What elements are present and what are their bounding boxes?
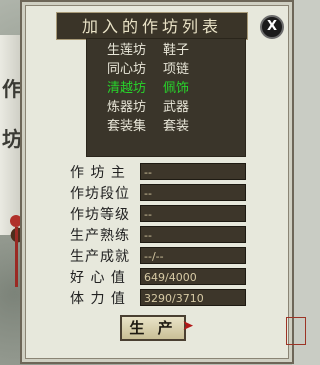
field-label: 作 坊 主 (70, 164, 126, 181)
workshop-list: 生莲坊 鞋子 同心坊 项链 清越坊 佩饰 炼器坊 武器 套装集 套装 (86, 38, 246, 157)
workshop-name: 同心坊 (107, 62, 147, 77)
field-achievement: 生产成就 --/-- (70, 246, 246, 265)
workshop-list-item-selected[interactable]: 清越坊 佩饰 (87, 77, 245, 96)
workshop-list-item[interactable]: 同心坊 项链 (87, 58, 245, 77)
workshop-item: 武器 (163, 100, 190, 115)
workshop-list-item[interactable]: 炼器坊 武器 (87, 96, 245, 115)
field-owner: 作 坊 主 -- (70, 162, 246, 181)
workshop-panel: 加入的作坊列表 X 生莲坊 鞋子 同心坊 项链 清越坊 佩饰 炼器坊 武器 套装… (20, 0, 306, 364)
workshop-item: 佩饰 (163, 81, 190, 96)
field-stamina: 体 力 值 3290/3710 (70, 288, 246, 307)
field-value: -- (140, 226, 246, 243)
seal-stamp-icon (286, 317, 306, 345)
field-proficiency: 生产熟练 -- (70, 225, 246, 244)
produce-button[interactable]: 生 产 (120, 315, 186, 341)
panel-title: 加入的作坊列表 (81, 17, 222, 36)
field-value: --/-- (140, 247, 246, 264)
workshop-item: 鞋子 (163, 43, 190, 58)
field-value: -- (140, 163, 246, 180)
panel-title-bar: 加入的作坊列表 (56, 12, 248, 40)
field-value: 3290/3710 (140, 289, 246, 306)
hand-cursor-icon: ➤ (182, 318, 194, 334)
workshop-name: 套装集 (107, 119, 147, 134)
scroll-char: 作 (2, 77, 22, 101)
field-value: -- (140, 184, 246, 201)
field-kindness: 好 心 值 649/4000 (70, 267, 246, 286)
field-label: 好 心 值 (70, 269, 126, 286)
field-rank: 作坊段位 -- (70, 183, 246, 202)
field-label: 生产熟练 (70, 227, 130, 244)
scroll-char: 坊 (2, 127, 22, 151)
field-level: 作坊等级 -- (70, 204, 246, 223)
workshop-name: 清越坊 (107, 81, 147, 96)
field-label: 作坊段位 (70, 185, 130, 202)
workshop-name: 生莲坊 (107, 43, 147, 58)
field-label: 生产成就 (70, 248, 130, 265)
workshop-item: 项链 (163, 62, 190, 77)
workshop-list-item[interactable]: 套装集 套装 (87, 115, 245, 134)
workshop-list-item[interactable]: 生莲坊 鞋子 (87, 39, 245, 58)
workshop-item: 套装 (163, 119, 190, 134)
field-value: -- (140, 205, 246, 222)
field-label: 作坊等级 (70, 206, 130, 223)
workshop-name: 炼器坊 (107, 100, 147, 115)
field-value: 649/4000 (140, 268, 246, 285)
field-label: 体 力 值 (70, 290, 126, 307)
close-button[interactable]: X (260, 15, 284, 39)
